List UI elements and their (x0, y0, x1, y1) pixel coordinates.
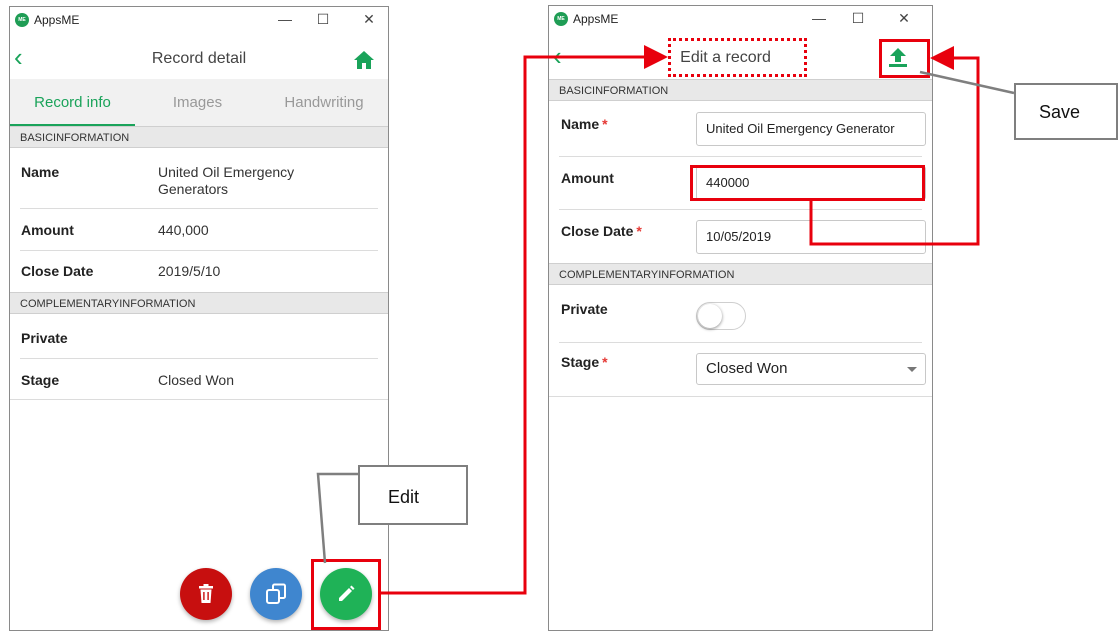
save-callout-label: Save (1039, 102, 1081, 122)
edit-callout: Edit (358, 465, 468, 525)
annotation-arrows (316, 45, 1015, 595)
save-callout: Save (1014, 83, 1118, 140)
edit-callout-label: Edit (388, 487, 420, 507)
